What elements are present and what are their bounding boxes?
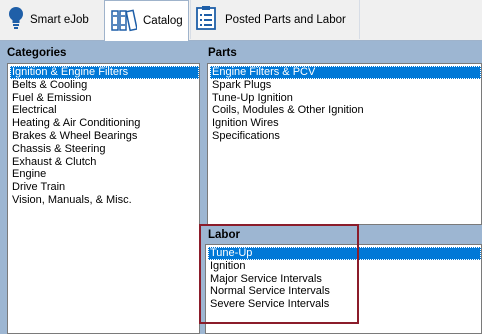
list-item[interactable]: Specifications [210,130,481,143]
list-item[interactable]: Electrical [10,104,199,117]
list-item[interactable]: Tune-Up Ignition [210,92,481,105]
labor-title: Labor [208,229,240,241]
list-item[interactable]: Drive Train [10,181,199,194]
tab-catalog[interactable]: Catalog [104,0,189,41]
list-item[interactable]: Chassis & Steering [10,143,199,156]
list-item[interactable]: Fuel & Emission [10,92,199,105]
list-item[interactable]: Ignition & Engine Filters [10,66,199,79]
list-item[interactable]: Spark Plugs [210,79,481,92]
list-item[interactable]: Ignition Wires [210,117,481,130]
clipboard-list-icon [195,5,219,34]
tab-catalog-label: Catalog [143,15,183,27]
lightbulb-icon [8,6,24,33]
list-item[interactable]: Severe Service Intervals [208,298,481,311]
parts-listbox[interactable]: Engine Filters & PCV Spark Plugs Tune-Up… [207,63,482,225]
list-item[interactable]: Ignition [208,260,481,273]
tab-smart-ejob[interactable]: Smart eJob [0,0,102,39]
list-item[interactable]: Vision, Manuals, & Misc. [10,194,199,207]
tab-posted-label: Posted Parts and Labor [225,13,346,26]
categories-listbox[interactable]: Ignition & Engine Filters Belts & Coolin… [7,63,200,334]
catalog-panel: Categories Ignition & Engine Filters Bel… [0,41,482,334]
list-item[interactable]: Heating & Air Conditioning [10,117,199,130]
list-item[interactable]: Brakes & Wheel Bearings [10,130,199,143]
tab-posted-parts-labor[interactable]: Posted Parts and Labor [190,0,360,39]
labor-listbox[interactable]: Tune-Up Ignition Major Service Intervals… [205,244,482,334]
list-item[interactable]: Tune-Up [208,247,481,260]
categories-title: Categories [7,47,67,59]
list-item[interactable]: Engine [10,168,199,181]
list-item[interactable]: Major Service Intervals [208,273,481,286]
list-item[interactable]: Belts & Cooling [10,79,199,92]
parts-title: Parts [208,47,237,59]
list-item[interactable]: Normal Service Intervals [208,285,481,298]
tab-smart-ejob-label: Smart eJob [30,13,89,26]
list-item[interactable]: Coils, Modules & Other Ignition [210,104,481,117]
list-item[interactable]: Exhaust & Clutch [10,156,199,169]
binders-icon [111,8,138,35]
tab-bar: Smart eJob Catalog Posted Parts and Labo… [0,0,482,41]
list-item[interactable]: Engine Filters & PCV [210,66,481,79]
